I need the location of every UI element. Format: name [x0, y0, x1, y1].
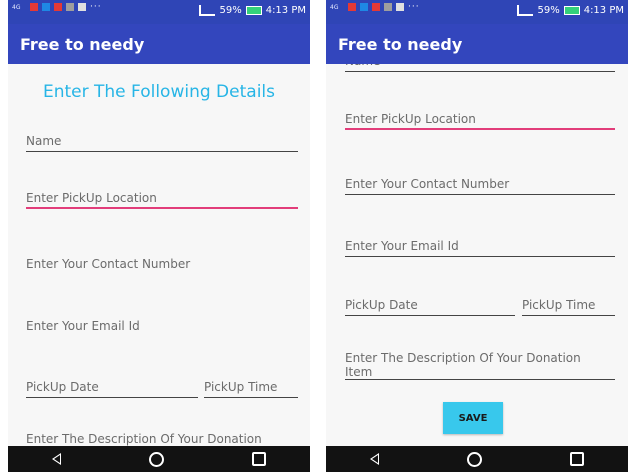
- name-underline: [26, 151, 298, 152]
- pickup-date-field[interactable]: PickUp Date: [345, 292, 515, 316]
- network-type-label: 4G: [330, 3, 339, 11]
- contact-number-underline: [345, 194, 615, 195]
- contact-number-field[interactable]: Enter Your Contact Number: [26, 251, 298, 275]
- name-underline: [345, 71, 615, 72]
- email-field[interactable]: Enter Your Email Id: [345, 233, 615, 257]
- email-underline: [345, 256, 615, 257]
- notification-icon: [348, 3, 356, 11]
- form-content-scrolled: Name Enter PickUp Location Enter Your Co…: [326, 64, 628, 446]
- home-icon[interactable]: [467, 451, 482, 467]
- pickup-time-underline: [522, 315, 615, 316]
- app-title: Free to needy: [338, 35, 463, 54]
- battery-percent: 59%: [537, 5, 560, 16]
- pickup-location-underline: [26, 207, 298, 209]
- notification-icon: [66, 3, 74, 11]
- description-underline: [345, 379, 615, 380]
- pickup-date-underline: [26, 397, 198, 398]
- notification-icon: [384, 3, 392, 11]
- battery-icon: [245, 6, 262, 15]
- app-bar: Free to needy: [8, 24, 310, 64]
- description-placeholder-line2: Item: [345, 365, 373, 379]
- email-field[interactable]: Enter Your Email Id: [26, 313, 298, 337]
- more-notifications-icon: ···: [90, 2, 102, 12]
- pickup-date-field[interactable]: PickUp Date: [26, 374, 198, 398]
- email-placeholder: Enter Your Email Id: [345, 239, 459, 253]
- pickup-time-placeholder: PickUp Time: [522, 298, 596, 312]
- notification-icon: [396, 3, 404, 11]
- status-bar: 4G ··· 59% 4:13 PM: [8, 0, 310, 24]
- form-content: Enter The Following Details Name Enter P…: [8, 64, 310, 446]
- description-field[interactable]: Enter The Description Of Your Donation: [26, 426, 298, 446]
- pickup-time-placeholder: PickUp Time: [204, 380, 278, 394]
- notification-icon: [372, 3, 380, 11]
- contact-number-field[interactable]: Enter Your Contact Number: [345, 171, 615, 195]
- clock: 4:13 PM: [583, 5, 624, 16]
- app-title: Free to needy: [20, 35, 145, 54]
- contact-number-placeholder: Enter Your Contact Number: [345, 177, 510, 191]
- signal-icon: [199, 5, 216, 16]
- name-placeholder: Name: [26, 134, 62, 148]
- back-icon[interactable]: [370, 453, 379, 465]
- phone-screen-right: 4G ··· 59% 4:13 PM Free to needy Name En…: [326, 0, 628, 472]
- notification-icon: [78, 3, 86, 11]
- recents-icon[interactable]: [252, 452, 266, 466]
- pickup-time-field[interactable]: PickUp Time: [522, 292, 615, 316]
- email-placeholder: Enter Your Email Id: [26, 319, 140, 333]
- navigation-bar: [326, 446, 628, 472]
- pickup-location-placeholder: Enter PickUp Location: [345, 112, 476, 126]
- description-placeholder: Enter The Description Of Your Donation: [26, 432, 262, 446]
- name-field[interactable]: Name: [345, 64, 615, 72]
- home-icon[interactable]: [149, 451, 164, 467]
- battery-percent: 59%: [219, 5, 242, 16]
- form-heading: Enter The Following Details: [42, 82, 275, 102]
- network-type-label: 4G: [12, 3, 21, 11]
- signal-icon: [517, 5, 534, 16]
- description-placeholder-line1: Enter The Description Of Your Donation: [345, 351, 581, 365]
- pickup-date-underline: [345, 315, 515, 316]
- pickup-date-placeholder: PickUp Date: [345, 298, 418, 312]
- more-notifications-icon: ···: [408, 2, 420, 12]
- battery-icon: [563, 6, 580, 15]
- name-placeholder: Name: [345, 64, 380, 68]
- description-field[interactable]: Enter The Description Of Your Donation I…: [345, 348, 615, 380]
- pickup-location-field[interactable]: Enter PickUp Location: [26, 185, 298, 209]
- pickup-time-underline: [204, 397, 298, 398]
- pickup-time-field[interactable]: PickUp Time: [204, 374, 298, 398]
- recents-icon[interactable]: [570, 452, 584, 466]
- app-bar: Free to needy: [326, 24, 628, 64]
- pickup-location-field[interactable]: Enter PickUp Location: [345, 106, 615, 130]
- contact-number-placeholder: Enter Your Contact Number: [26, 257, 191, 271]
- pickup-date-placeholder: PickUp Date: [26, 380, 99, 394]
- save-button[interactable]: SAVE: [443, 402, 503, 434]
- clock: 4:13 PM: [265, 5, 306, 16]
- navigation-bar: [8, 446, 310, 472]
- notification-icon: [360, 3, 368, 11]
- name-field[interactable]: Name: [26, 128, 298, 152]
- notification-icon: [42, 3, 50, 11]
- back-icon[interactable]: [52, 453, 61, 465]
- status-bar: 4G ··· 59% 4:13 PM: [326, 0, 628, 24]
- notification-icon: [30, 3, 38, 11]
- phone-screen-left: 4G ··· 59% 4:13 PM Free to needy Enter T…: [8, 0, 310, 472]
- notification-icon: [54, 3, 62, 11]
- pickup-location-placeholder: Enter PickUp Location: [26, 191, 157, 205]
- pickup-location-underline: [345, 128, 615, 130]
